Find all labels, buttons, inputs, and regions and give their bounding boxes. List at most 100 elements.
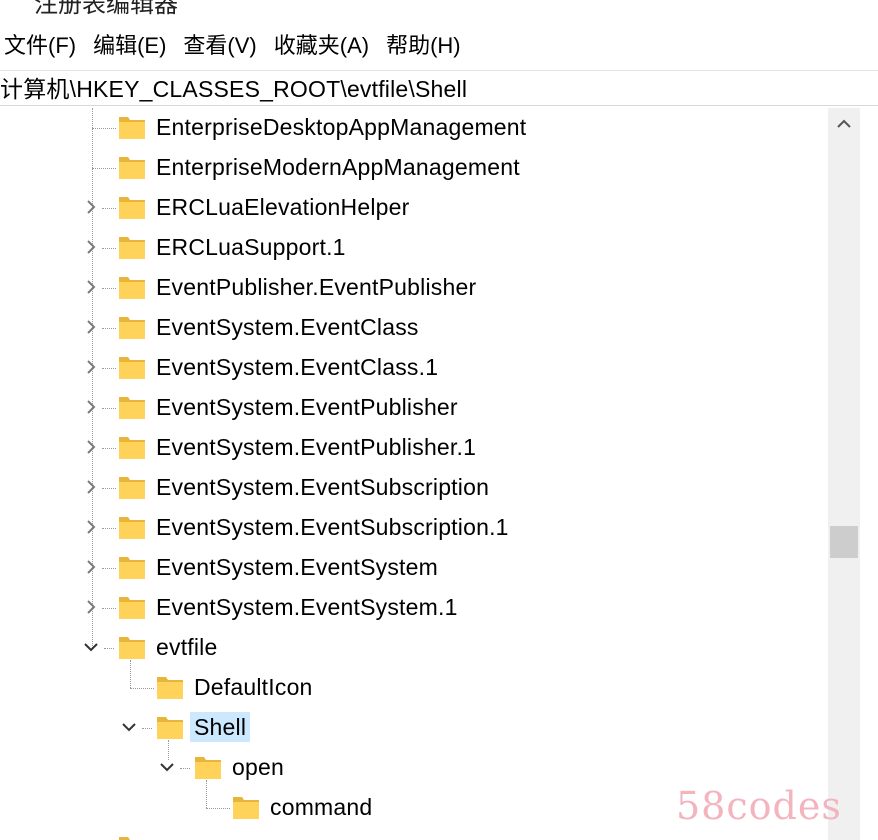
chevron-right-icon[interactable]: [80, 516, 102, 538]
tree-item-empty[interactable]: [0, 828, 828, 840]
tree-item-eventsystem-eventpublisher[interactable]: EventSystem.EventPublisher: [0, 388, 828, 428]
tree-item-label[interactable]: EventSystem.EventSystem.1: [152, 592, 462, 622]
folder-icon: [118, 314, 146, 340]
tree-item-eventsystem-eventpublisher-1[interactable]: EventSystem.EventPublisher.1: [0, 428, 828, 468]
tree-connector: [206, 808, 230, 809]
tree-item-ercluasupport-1[interactable]: ERCLuaSupport.1: [0, 228, 828, 268]
tree-item-label[interactable]: EventSystem.EventClass: [152, 312, 423, 342]
scroll-thumb[interactable]: [830, 526, 858, 558]
menu-file[interactable]: 文件(F): [0, 28, 89, 64]
tree-item-ercluaelevationhelper[interactable]: ERCLuaElevationHelper: [0, 188, 828, 228]
chevron-right-icon[interactable]: [80, 196, 102, 218]
tree-connector: [102, 488, 116, 489]
folder-icon: [118, 434, 146, 460]
tree-item-label[interactable]: EventSystem.EventPublisher.1: [152, 432, 480, 462]
folder-icon: [118, 554, 146, 580]
tree-item-open[interactable]: open: [0, 748, 828, 788]
tree-connector: [102, 608, 116, 609]
tree-item-label[interactable]: EventSystem.EventPublisher: [152, 392, 462, 422]
folder-icon: [118, 514, 146, 540]
tree-connector: [102, 448, 116, 449]
tree-connector: [180, 768, 190, 769]
menu-edit[interactable]: 编辑(E): [89, 28, 179, 64]
folder-icon: [118, 194, 146, 220]
tree-item-label[interactable]: EventPublisher.EventPublisher: [152, 272, 480, 302]
folder-icon: [118, 274, 146, 300]
folder-icon: [232, 794, 260, 820]
folder-icon: [118, 474, 146, 500]
tree-connector: [92, 128, 116, 129]
menu-favorites[interactable]: 收藏夹(A): [270, 28, 382, 64]
menu-help[interactable]: 帮助(H): [382, 28, 474, 64]
chevron-right-icon[interactable]: [80, 476, 102, 498]
tree-item-label[interactable]: Shell: [190, 712, 251, 742]
menu-bar: 文件(F) 编辑(E) 查看(V) 收藏夹(A) 帮助(H): [0, 28, 474, 64]
title-bar: 注册表编辑器: [0, 0, 878, 22]
folder-icon: [118, 154, 146, 180]
address-bar[interactable]: 计算机\HKEY_CLASSES_ROOT\evtfile\Shell: [0, 70, 878, 106]
chevron-right-icon[interactable]: [80, 316, 102, 338]
tree-item-label[interactable]: EnterpriseModernAppManagement: [152, 152, 524, 182]
scroll-up-arrow-icon[interactable]: [834, 114, 854, 134]
address-path[interactable]: 计算机\HKEY_CLASSES_ROOT\evtfile\Shell: [0, 74, 467, 104]
tree-connector: [102, 568, 116, 569]
tree-item-label[interactable]: EventSystem.EventClass.1: [152, 352, 442, 382]
tree-connector: [102, 368, 116, 369]
tree-item-label[interactable]: EventSystem.EventSystem: [152, 552, 442, 582]
folder-icon: [118, 234, 146, 260]
tree-connector: [102, 328, 116, 329]
tree-item-eventsystem-eventclass-1[interactable]: EventSystem.EventClass.1: [0, 348, 828, 388]
tree-item-label[interactable]: ERCLuaElevationHelper: [152, 192, 414, 222]
tree-item-eventsystem-eventsystem-1[interactable]: EventSystem.EventSystem.1: [0, 588, 828, 628]
tree-connector: [102, 248, 116, 249]
tree-connector: [104, 648, 114, 649]
tree-item-eventsystem-eventsystem[interactable]: EventSystem.EventSystem: [0, 548, 828, 588]
tree-connector: [102, 208, 116, 209]
chevron-right-icon[interactable]: [80, 276, 102, 298]
registry-tree: EnterpriseDesktopAppManagement Enterprise…: [0, 108, 828, 840]
tree-item-evtfile[interactable]: evtfile: [0, 628, 828, 668]
tree-item-eventsystem-eventclass[interactable]: EventSystem.EventClass: [0, 308, 828, 348]
chevron-right-icon[interactable]: [80, 236, 102, 258]
tree-item-enterprisedesktopappmanagement[interactable]: EnterpriseDesktopAppManagement: [0, 108, 828, 148]
chevron-right-icon[interactable]: [80, 356, 102, 378]
menu-view[interactable]: 查看(V): [179, 28, 269, 64]
tree-connector: [102, 408, 116, 409]
tree-item-defaulticon[interactable]: DefaultIcon: [0, 668, 828, 708]
folder-icon: [118, 354, 146, 380]
chevron-down-icon[interactable]: [156, 756, 178, 778]
tree-item-label[interactable]: ERCLuaSupport.1: [152, 232, 350, 262]
folder-icon: [118, 634, 146, 660]
chevron-right-icon[interactable]: [80, 556, 102, 578]
folder-icon: [118, 594, 146, 620]
tree-item-label[interactable]: command: [266, 792, 376, 822]
tree-connector: [142, 728, 152, 729]
tree-connector: [102, 288, 116, 289]
chevron-right-icon[interactable]: [80, 436, 102, 458]
tree-item-label[interactable]: EventSystem.EventSubscription: [152, 472, 493, 502]
tree-item-eventpublisher-eventpublisher[interactable]: EventPublisher.EventPublisher: [0, 268, 828, 308]
vertical-scrollbar[interactable]: [828, 108, 860, 840]
folder-icon: [156, 714, 184, 740]
tree-connector: [130, 688, 154, 689]
tree-item-eventsystem-eventsubscription[interactable]: EventSystem.EventSubscription: [0, 468, 828, 508]
folder-icon: [118, 834, 146, 840]
tree-item-command[interactable]: command: [0, 788, 828, 828]
tree-connector: [92, 168, 116, 169]
chevron-right-icon[interactable]: [80, 396, 102, 418]
tree-item-label[interactable]: evtfile: [152, 632, 221, 662]
tree-item-label[interactable]: DefaultIcon: [190, 672, 317, 702]
folder-icon: [194, 754, 222, 780]
tree-item-eventsystem-eventsubscription-1[interactable]: EventSystem.EventSubscription.1: [0, 508, 828, 548]
tree-item-shell[interactable]: Shell: [0, 708, 828, 748]
regedit-app-icon: [0, 0, 24, 8]
tree-item-label[interactable]: EventSystem.EventSubscription.1: [152, 512, 513, 542]
tree-item-enterprisemodernappmanagement[interactable]: EnterpriseModernAppManagement: [0, 148, 828, 188]
chevron-down-icon[interactable]: [118, 716, 140, 738]
tree-item-label[interactable]: EnterpriseDesktopAppManagement: [152, 112, 530, 142]
tree-item-label[interactable]: open: [228, 752, 288, 782]
chevron-right-icon[interactable]: [80, 596, 102, 618]
window-title: 注册表编辑器: [34, 0, 178, 18]
chevron-down-icon[interactable]: [80, 636, 102, 658]
folder-icon: [118, 114, 146, 140]
